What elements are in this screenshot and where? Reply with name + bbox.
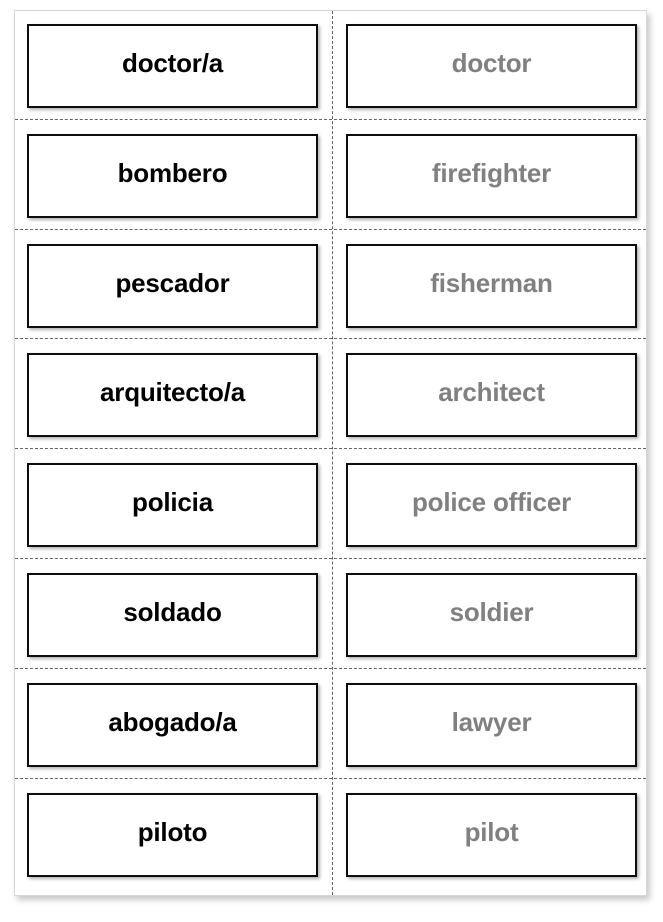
- flashcard-term-label: pescador: [115, 267, 230, 298]
- flashcard-translation-label: fisherman: [430, 267, 553, 298]
- flashcard-sheet: doctor/a doctor bombero firefighter pesc…: [14, 10, 647, 896]
- flashcard-row: abogado/a lawyer: [15, 670, 646, 780]
- flashcard-row: policia police officer: [15, 450, 646, 560]
- flashcard-translation[interactable]: doctor: [346, 24, 637, 108]
- flashcard-term-label: doctor/a: [122, 48, 223, 78]
- flashcard-translation-label: police officer: [411, 487, 571, 518]
- flashcard-translation[interactable]: firefighter: [346, 133, 637, 218]
- flashcard-term[interactable]: arquitecto/a: [27, 353, 318, 438]
- flashcard-translation-label: architect: [438, 377, 545, 408]
- flashcard-row: arquitecto/a architect: [15, 340, 646, 450]
- flashcard-translation-label: firefighter: [431, 157, 552, 188]
- flashcard-term[interactable]: abogado/a: [27, 682, 318, 767]
- flashcard-translation[interactable]: police officer: [346, 463, 637, 548]
- flashcard-term[interactable]: piloto: [27, 792, 318, 877]
- flashcard-term-label: policia: [132, 487, 213, 518]
- flashcard-row: piloto pilot: [15, 780, 646, 890]
- flashcard-term[interactable]: bombero: [27, 133, 318, 218]
- flashcard-term[interactable]: doctor/a: [27, 24, 318, 108]
- flashcard-translation-label: lawyer: [451, 706, 532, 737]
- flashcard-term-label: arquitecto/a: [100, 377, 245, 408]
- flashcard-translation-label: doctor: [451, 48, 532, 78]
- flashcard-row: doctor/a doctor: [15, 11, 646, 121]
- flashcard-row: soldado soldier: [15, 560, 646, 670]
- flashcard-translation[interactable]: pilot: [346, 792, 637, 877]
- flashcard-term-label: abogado/a: [108, 706, 237, 737]
- flashcard-term[interactable]: policia: [27, 463, 318, 548]
- flashcard-term[interactable]: soldado: [27, 573, 318, 657]
- flashcard-row: pescador fisherman: [15, 231, 646, 341]
- flashcard-translation[interactable]: fisherman: [346, 243, 637, 328]
- flashcard-translation[interactable]: lawyer: [346, 682, 637, 767]
- flashcard-translation[interactable]: architect: [346, 353, 637, 438]
- flashcard-term-label: piloto: [137, 816, 208, 847]
- flashcard-translation-label: pilot: [464, 816, 519, 847]
- flashcard-term[interactable]: pescador: [27, 243, 318, 328]
- flashcard-translation[interactable]: soldier: [346, 573, 637, 657]
- flashcard-term-label: soldado: [123, 597, 222, 627]
- flashcard-term-label: bombero: [117, 157, 228, 188]
- flashcard-translation-label: soldier: [449, 597, 534, 627]
- flashcard-row: bombero firefighter: [15, 121, 646, 231]
